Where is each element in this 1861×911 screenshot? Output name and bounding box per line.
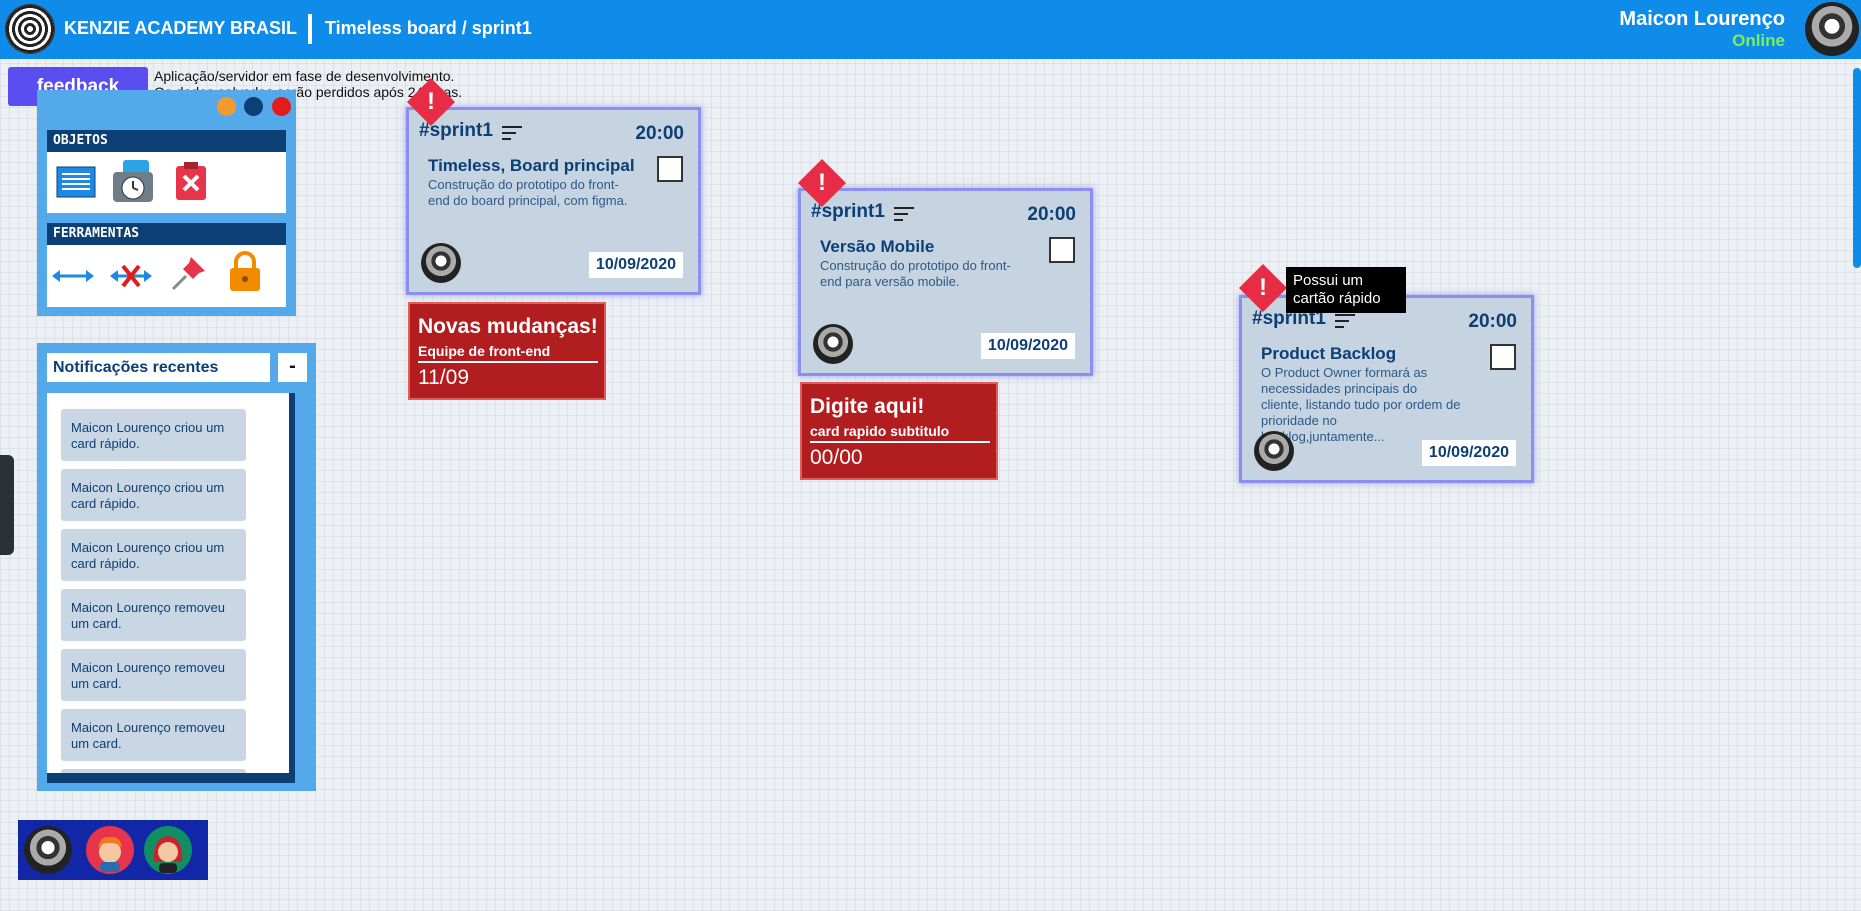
notifications-panel: Notificações recentes - Maicon Lourenço … (37, 343, 316, 791)
notifications-scrollbar[interactable] (299, 401, 304, 516)
dev-notice-line: Aplicação/servidor em fase de desenvolvi… (154, 68, 455, 84)
card-title: Product Backlog (1261, 344, 1397, 363)
notifications-title: Notificações recentes (47, 353, 270, 382)
menu-lines-icon[interactable] (1335, 314, 1355, 332)
card-time: 20:00 (1027, 204, 1076, 225)
notifications-list[interactable]: Maicon Lourenço criou um card rápido. Ma… (47, 393, 295, 783)
menu-lines-icon[interactable] (502, 126, 522, 144)
card-checkbox[interactable] (1490, 344, 1516, 370)
card-date: 10/09/2020 (588, 252, 683, 278)
members-bar (18, 820, 208, 880)
quick-card-title: Digite aqui! (810, 395, 925, 418)
card-checkbox[interactable] (1049, 237, 1075, 263)
quick-card[interactable]: Novas mudanças! Equipe de front-end 11/0… (408, 302, 606, 400)
alert-icon[interactable]: ! (406, 77, 456, 127)
card-description: Construção do prototipo do front-end do … (428, 177, 628, 208)
header-divider (308, 14, 312, 44)
task-card[interactable]: #sprint1 20:00 Product Backlog O Product… (1239, 295, 1534, 483)
task-card[interactable]: #sprint1 20:00 Versão Mobile Construção … (798, 188, 1093, 376)
top-bar: KENZIE ACADEMY BRASIL Timeless board / s… (0, 0, 1861, 59)
notifications-scroll-area[interactable]: Maicon Lourenço criou um card rápido. Ma… (47, 393, 289, 773)
card-time: 20:00 (1468, 311, 1517, 332)
task-card[interactable]: #sprint1 20:00 Timeless, Board principal… (406, 107, 701, 295)
member-avatar-orange-hair[interactable] (86, 826, 134, 874)
clock-card-icon[interactable] (111, 160, 155, 204)
card-time: 20:00 (635, 123, 684, 144)
quick-card-date: 00/00 (810, 446, 863, 469)
card-list-icon[interactable] (54, 160, 98, 204)
menu-lines-icon[interactable] (894, 207, 914, 225)
user-name[interactable]: Maicon Lourenço (1619, 8, 1785, 31)
card-description: Construção do prototipo do front-end par… (820, 258, 1011, 289)
window-dot-orange[interactable] (217, 97, 236, 116)
quick-card-title: Novas mudanças! (418, 315, 598, 338)
breadcrumb[interactable]: Timeless board / sprint1 (325, 18, 532, 39)
quick-card[interactable]: Digite aqui! card rapido subtitulo 00/00 (800, 382, 998, 480)
user-status: Online (1732, 31, 1785, 50)
card-title: Timeless, Board principal (428, 156, 635, 175)
tooltip: Possui um cartão rápido (1286, 267, 1406, 313)
pin-icon[interactable] (167, 251, 211, 295)
card-checkbox[interactable] (657, 156, 683, 182)
objects-title: OBJETOS (47, 130, 286, 152)
notification-item[interactable]: Maicon Lourenço removeu um card. (61, 589, 246, 641)
lock-icon[interactable] (223, 250, 267, 294)
card-owner-avatar (421, 243, 461, 283)
notification-item[interactable]: Maicon Lourenço removeu um card. (61, 709, 246, 761)
card-owner-avatar (813, 324, 853, 364)
card-description: O Product Owner formará as necessidades … (1261, 365, 1461, 444)
card-owner-avatar (1254, 431, 1294, 471)
quick-card-subtitle: Equipe de front-end (418, 343, 598, 363)
notification-item[interactable]: Maicon Lourenço criou um card rápido. (61, 469, 246, 521)
alert-mark: ! (1259, 274, 1267, 301)
tools-panel: OBJETOS FERRAMENTAS (37, 90, 296, 316)
quick-card-date: 11/09 (418, 366, 469, 389)
notification-item[interactable]: Maicon Lourenço criou um card rápido. (61, 529, 246, 581)
side-drawer-handle[interactable] (0, 455, 14, 555)
minimize-button[interactable]: - (278, 353, 307, 382)
user-avatar[interactable] (1805, 2, 1859, 56)
alert-icon[interactable]: ! (1238, 263, 1288, 313)
quick-card-subtitle: card rapido subtitulo (810, 423, 990, 443)
notification-item[interactable]: Maicon Lourenço criou um card rápido. (61, 409, 246, 461)
alert-mark: ! (427, 88, 435, 115)
connect-arrow-icon[interactable] (51, 254, 95, 298)
delete-card-icon[interactable] (169, 160, 213, 204)
brand-name: KENZIE ACADEMY BRASIL (64, 18, 298, 38)
alert-mark: ! (818, 169, 826, 196)
tools-section: FERRAMENTAS (47, 223, 286, 307)
window-dot-blue[interactable] (244, 97, 263, 116)
card-title: Versão Mobile (820, 237, 935, 256)
brand-logo-icon[interactable] (5, 4, 55, 54)
card-date: 10/09/2020 (1421, 440, 1516, 466)
tools-title: FERRAMENTAS (47, 223, 286, 245)
objects-section: OBJETOS (47, 130, 286, 213)
window-dot-red[interactable] (272, 97, 291, 116)
disconnect-arrow-icon[interactable] (109, 254, 153, 298)
member-avatar-red-hair[interactable] (144, 826, 192, 874)
page-scrollbar[interactable] (1853, 68, 1861, 268)
notification-item-partial[interactable] (61, 769, 246, 773)
alert-icon[interactable]: ! (797, 158, 847, 208)
notification-item[interactable]: Maicon Lourenço removeu um card. (61, 649, 246, 701)
card-date: 10/09/2020 (980, 333, 1075, 359)
member-avatar-robot[interactable] (24, 826, 72, 874)
